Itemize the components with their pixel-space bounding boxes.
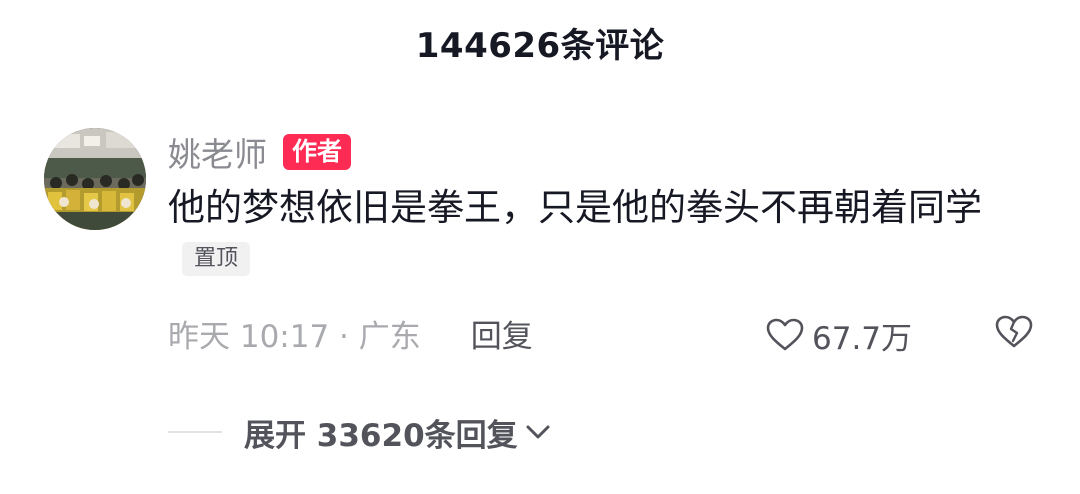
dislike-button[interactable] — [994, 314, 1034, 354]
comment-time-location: 昨天 10:17 · 广东 — [168, 318, 421, 355]
classroom-photo-avatar — [44, 128, 146, 230]
comment-meta: 昨天 10:17 · 广东 回复 — [168, 308, 533, 358]
author-name[interactable]: 姚老师 — [168, 128, 267, 176]
author-row: 姚老师 作者 — [168, 128, 352, 176]
comment-body[interactable]: 他的梦想依旧是拳王，只是他的拳头不再朝着同学置顶 — [168, 182, 1048, 286]
comment-text: 他的梦想依旧是拳王，只是他的拳头不再朝着同学 — [168, 186, 982, 229]
comments-count-title: 144626条评论 — [415, 26, 665, 66]
like-count: 67.7万 — [812, 320, 913, 357]
broken-heart-icon — [995, 315, 1033, 348]
chevron-down-icon — [524, 422, 552, 442]
author-avatar[interactable] — [44, 128, 146, 230]
like-button[interactable]: 67.7万 — [766, 310, 912, 360]
reply-button[interactable]: 回复 — [471, 311, 533, 356]
author-badge: 作者 — [283, 134, 352, 170]
expand-replies-button[interactable]: 展开 33620条回复 — [244, 410, 518, 455]
heart-outline-icon — [766, 318, 804, 351]
divider — [168, 431, 222, 433]
pinned-badge: 置顶 — [182, 241, 251, 276]
expand-replies-row[interactable]: 展开 33620条回复 — [168, 408, 552, 456]
